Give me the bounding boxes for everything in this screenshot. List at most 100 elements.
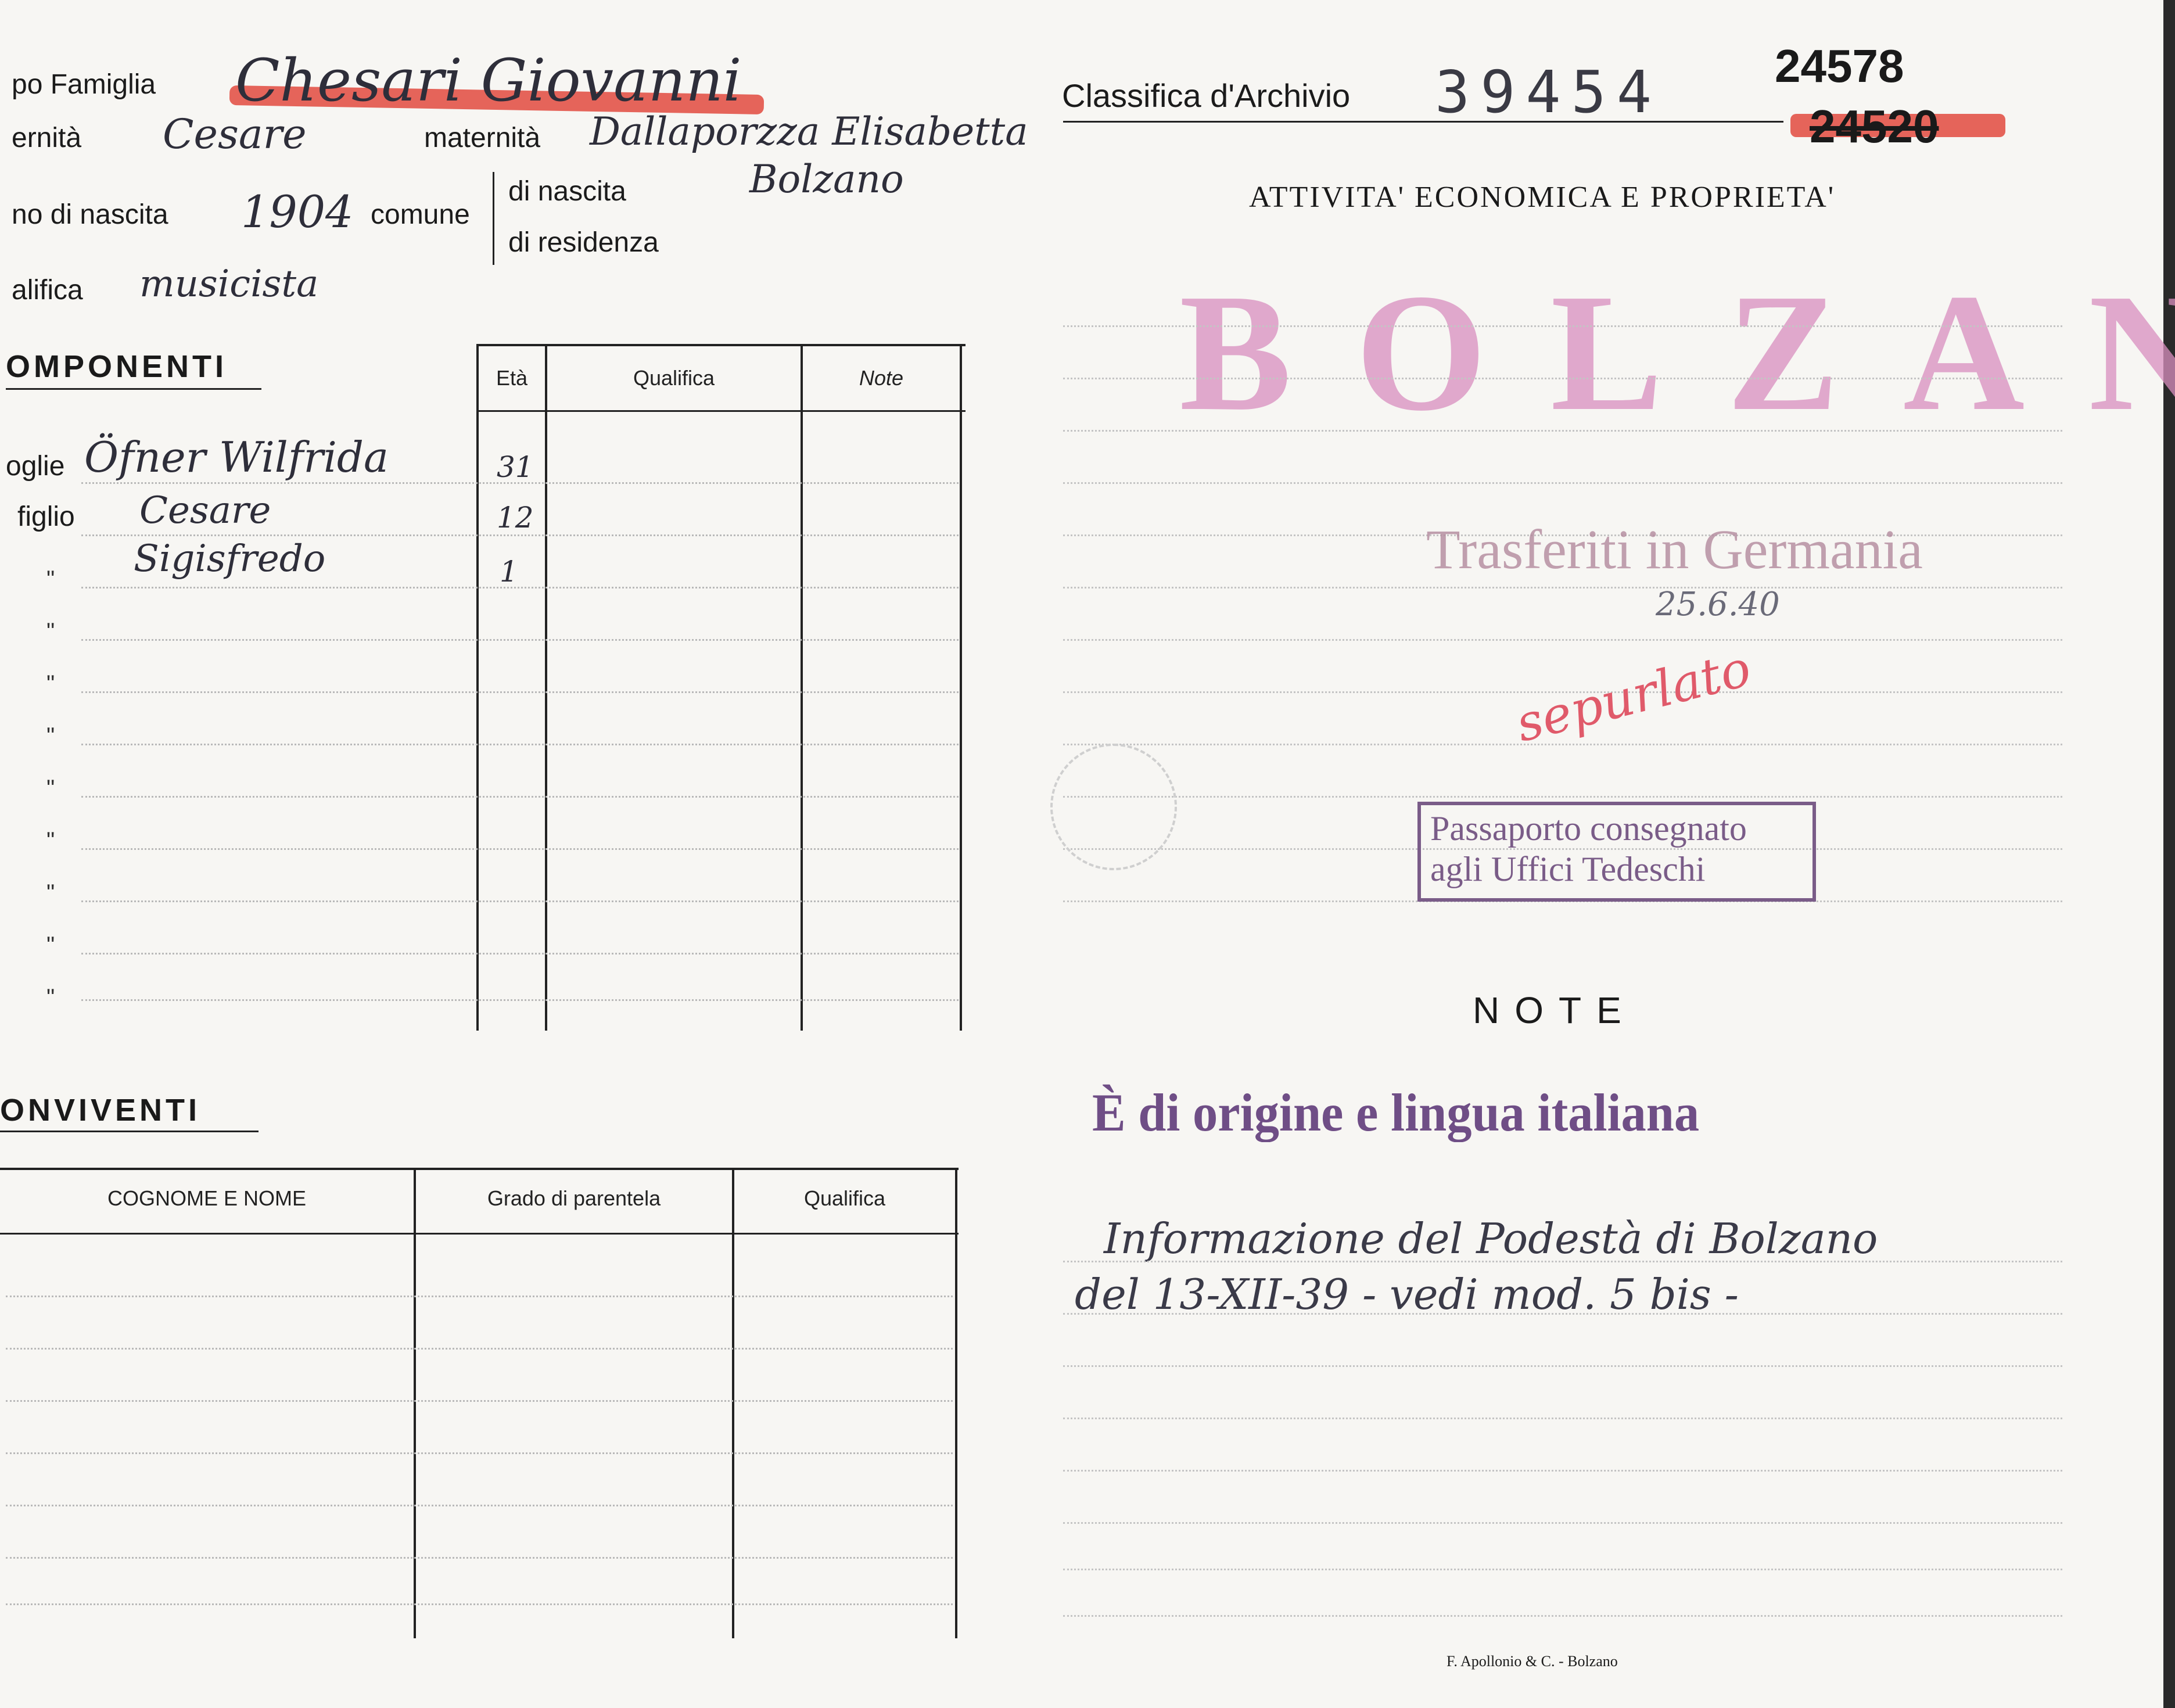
row-rule — [81, 953, 959, 955]
col-eta-header: Età — [496, 366, 528, 390]
row-rule — [81, 691, 959, 693]
col-qualifica-header: Qualifica — [803, 1186, 886, 1210]
note-rule — [1063, 1470, 2062, 1472]
row-name: Sigisfredo — [134, 537, 326, 580]
row-rule — [81, 639, 959, 641]
row-rule — [81, 534, 959, 536]
row-rule — [6, 1400, 953, 1402]
conviventi-title: ONVIVENTI — [0, 1093, 201, 1128]
col-qualifica-header: Qualifica — [633, 366, 715, 390]
conviventi-underline — [0, 1131, 259, 1132]
anno-nascita-label: no di nascita — [12, 199, 168, 230]
faded-round-seal — [1050, 744, 1177, 870]
row-rule — [81, 744, 959, 745]
row-rule — [6, 1348, 953, 1350]
componenti-underline — [6, 388, 261, 390]
maternita-label: maternità — [424, 123, 541, 153]
col-rule — [955, 1168, 957, 1638]
row-eta: 1 — [500, 555, 518, 589]
row-name: Öfner Wilfrida — [84, 433, 389, 482]
capo-famiglia-label: po Famiglia — [12, 69, 156, 100]
classifica-value: 39454 — [1435, 58, 1663, 126]
row-rule — [81, 848, 959, 850]
comune-label: comune — [371, 199, 470, 230]
col-rule — [732, 1168, 734, 1638]
classifica-rule — [1063, 121, 1783, 123]
di-nascita-value: Bolzano — [749, 157, 904, 202]
col-rule — [545, 344, 547, 1031]
col-rule — [414, 1168, 416, 1638]
note-title: NOTE — [1473, 989, 1636, 1031]
row-rule — [81, 999, 959, 1001]
origin-stamp: È di origine e lingua italiana — [1092, 1083, 1700, 1142]
col-rule — [960, 344, 962, 1031]
ditto-mark: " — [46, 776, 55, 801]
transfer-date: 25.6.40 — [1656, 586, 1780, 623]
note-rule — [1063, 1365, 2062, 1367]
ditto-mark: " — [46, 985, 55, 1010]
ditto-mark: " — [46, 828, 55, 853]
row-rel-label: oglie — [6, 451, 65, 482]
note-rule — [1063, 796, 2062, 798]
ditto-mark: " — [46, 619, 55, 644]
ditto-mark: " — [46, 566, 55, 592]
note-rule — [1063, 639, 2062, 641]
note-rule — [1063, 1313, 2062, 1315]
conviventi-table-top — [0, 1168, 959, 1170]
note-rule — [1063, 430, 2062, 432]
archive-number-top: 24578 — [1775, 40, 1904, 92]
handwritten-note-line2: del 13-XII-39 - vedi mod. 5 bis - — [1075, 1270, 1739, 1319]
archive-card: po Famiglia Chesari Giovanni ernità Cesa… — [0, 0, 2175, 1708]
qualifica-value: musicista — [139, 263, 319, 306]
note-rule — [1063, 378, 2062, 379]
row-rule — [6, 1452, 953, 1454]
row-rel-label: figlio — [17, 501, 75, 532]
row-rule — [81, 900, 959, 902]
componenti-table-top — [476, 344, 966, 346]
brace-line — [493, 172, 494, 265]
note-rule — [1063, 1261, 2062, 1262]
passport-stamp-line1: Passaporto consegnato — [1430, 809, 1747, 848]
row-rule — [81, 587, 959, 589]
componenti-header-bottom — [476, 410, 966, 412]
anno-nascita-value: 1904 — [241, 186, 354, 238]
row-rule — [81, 482, 959, 484]
col-nome-header: COGNOME E NOME — [107, 1186, 307, 1210]
archive-number-struck: 24520 — [1810, 101, 1939, 152]
row-eta: 12 — [497, 501, 534, 534]
paternita-label: ernità — [12, 123, 82, 153]
note-rule — [1063, 1522, 2062, 1524]
note-rule — [1063, 482, 2062, 484]
row-name: Cesare — [139, 489, 271, 532]
col-rule — [801, 344, 803, 1031]
conviventi-header-bottom — [0, 1233, 959, 1235]
row-eta: 31 — [497, 450, 534, 484]
handwritten-note-line1: Informazione del Podestà di Bolzano — [1104, 1214, 1878, 1263]
section-title: ATTIVITA' ECONOMICA E PROPRIETA' — [1249, 181, 1836, 214]
note-rule — [1063, 1418, 2062, 1419]
di-nascita-label: di nascita — [508, 176, 626, 207]
classifica-label: Classifica d'Archivio — [1062, 77, 1351, 114]
qualifica-label: alifica — [12, 275, 83, 306]
ditto-mark: " — [46, 880, 55, 906]
ditto-mark: " — [46, 932, 55, 958]
capo-famiglia-value: Chesari Giovanni — [235, 46, 742, 114]
passport-stamp-line2: agli Uffici Tedeschi — [1430, 850, 1706, 888]
paternita-value: Cesare — [163, 110, 307, 158]
ditto-mark: " — [46, 723, 55, 749]
note-rule — [1063, 1615, 2062, 1617]
city-stamp: BOLZANO — [1179, 259, 2175, 446]
row-rule — [6, 1557, 953, 1559]
note-rule — [1063, 1569, 2062, 1570]
printer-credit: F. Apollonio & C. - Bolzano — [1447, 1653, 1618, 1670]
col-grado-header: Grado di parentela — [487, 1186, 661, 1210]
note-rule — [1063, 325, 2062, 327]
ditto-mark: " — [46, 671, 55, 697]
di-residenza-label: di residenza — [508, 227, 659, 258]
col-rule — [476, 344, 479, 1031]
componenti-title: OMPONENTI — [6, 349, 228, 384]
note-rule — [1063, 587, 2062, 589]
row-rule — [6, 1603, 953, 1605]
row-rule — [81, 796, 959, 798]
transfer-stamp: Trasferiti in Germania — [1426, 518, 1923, 580]
